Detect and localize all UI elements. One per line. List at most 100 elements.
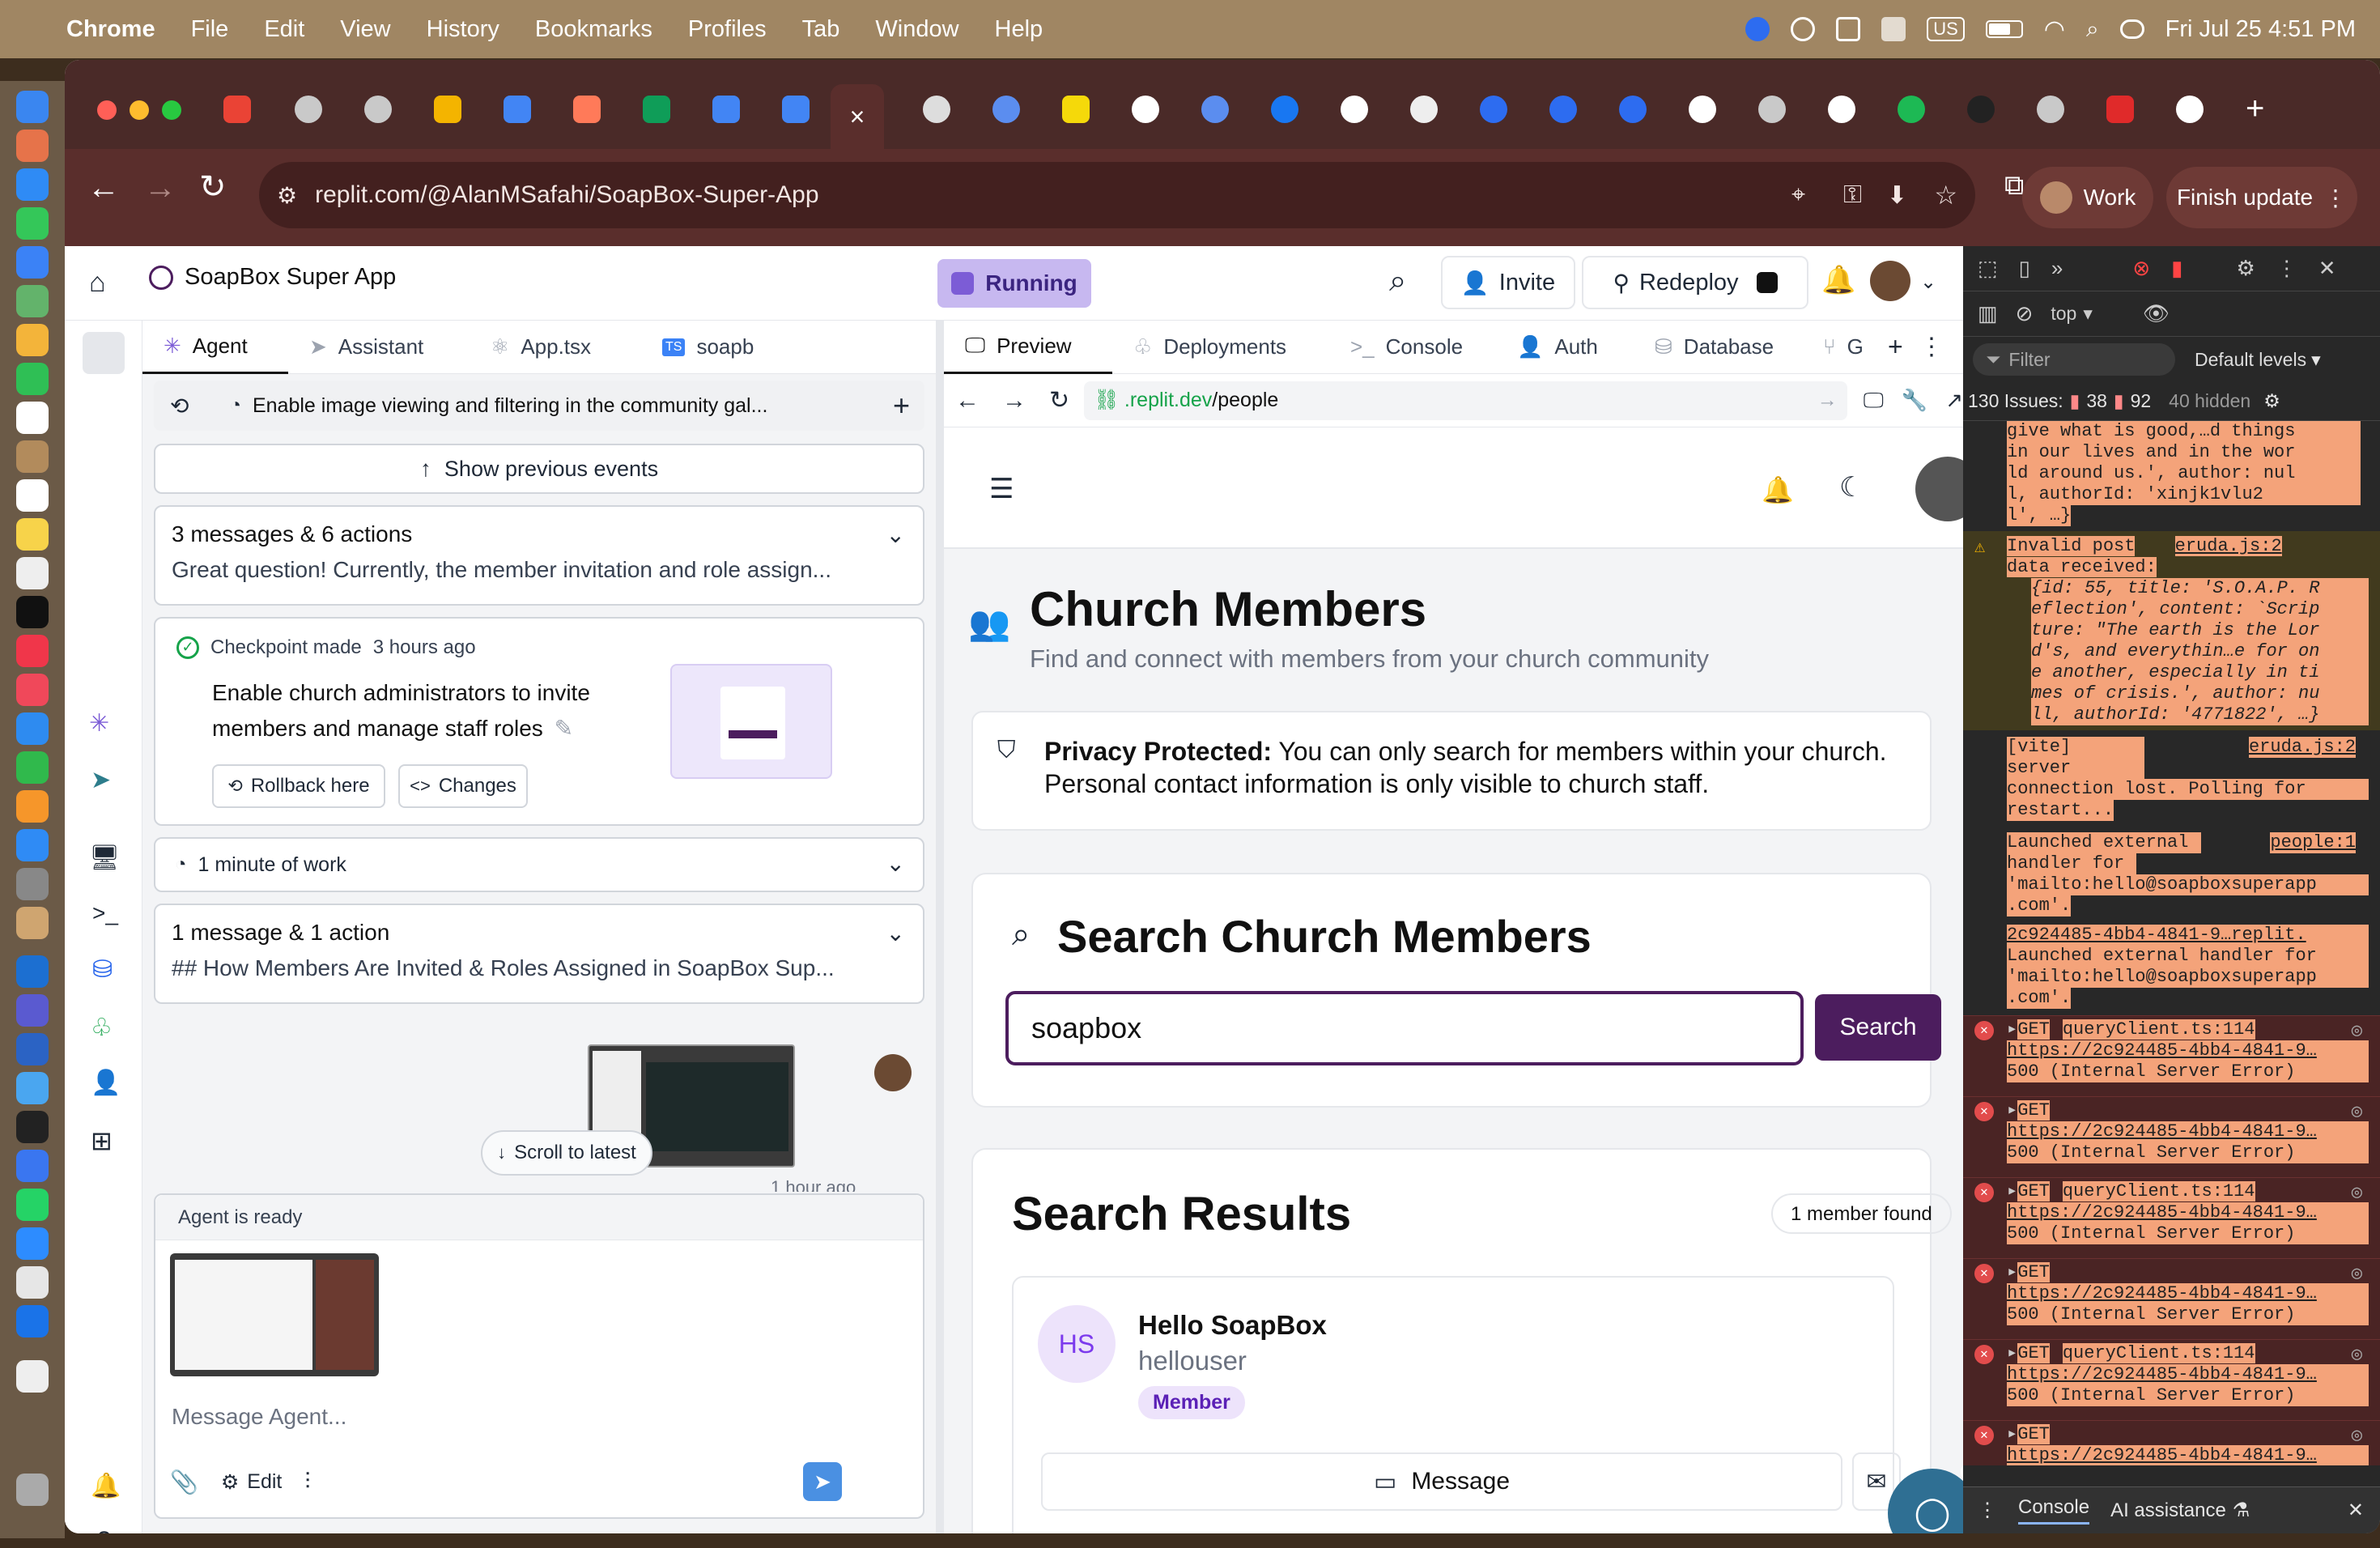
work-duration-card[interactable]: ◔ 1 minute of work ⌄ <box>154 837 924 892</box>
notifications-bell-icon[interactable]: 🔔 <box>1821 264 1855 296</box>
help-icon[interactable]: ? <box>97 1527 111 1533</box>
network-icon[interactable]: ◎ <box>2352 1264 2362 1285</box>
tab-google-icon[interactable] <box>1689 96 1716 123</box>
settings-icon[interactable] <box>16 868 49 900</box>
go-arrow-icon[interactable]: → <box>1817 389 1838 412</box>
contacts-icon[interactable] <box>16 440 49 473</box>
tab-gemini-icon[interactable] <box>1201 96 1229 123</box>
tab-soapb[interactable]: TS soapb <box>641 321 803 374</box>
photos-icon[interactable] <box>16 324 49 356</box>
error-url-link[interactable]: https://2c924485-4bb4-4841-9… <box>2007 1364 2369 1385</box>
preview-tool-icon[interactable]: 🖥 <box>89 844 120 872</box>
drawer-menu-icon[interactable]: ⋮ <box>1978 1499 1997 1522</box>
summary-card[interactable]: 3 messages & 6 actions Great question! C… <box>154 505 924 606</box>
device-toolbar-icon[interactable]: ▯ <box>2019 256 2030 281</box>
finder-alt-icon[interactable] <box>16 1072 49 1104</box>
clear-console-icon[interactable]: ⊘ <box>2016 301 2034 326</box>
outlook-icon[interactable] <box>16 955 49 988</box>
battery-icon[interactable] <box>1985 20 2023 38</box>
messages-icon[interactable] <box>16 207 49 240</box>
send-button[interactable]: ➤ <box>803 1462 842 1501</box>
devtools-more-icon[interactable]: ⋮ <box>2276 256 2297 281</box>
calendar-icon[interactable] <box>16 402 49 434</box>
search-icon[interactable]: ⌕ <box>1389 264 1406 299</box>
error-entry[interactable]: ✕ ▸GEThttps://2c924485-4bb4-4841-9…500 (I… <box>1963 1096 2380 1177</box>
signal-icon[interactable] <box>16 1150 49 1182</box>
error-count-icon[interactable]: ⊗ <box>2132 256 2150 281</box>
error-url-link[interactable]: https://2c924485-4bb4-4841-9… <box>2007 1445 2369 1465</box>
error-entry[interactable]: ✕ ▸GET queryClient.ts:114 https://2c924485-… <box>1963 1177 2380 1258</box>
music-icon[interactable] <box>16 635 49 667</box>
numbers-icon[interactable] <box>16 751 49 784</box>
tab-zoom-icon[interactable] <box>1619 96 1647 123</box>
tab-app-tsx[interactable]: ⚛ App.tsx <box>470 321 641 374</box>
tab-auth[interactable]: 👤 Auth <box>1496 321 1634 374</box>
launchpad-icon[interactable] <box>16 130 49 162</box>
error-url-link[interactable]: https://2c924485-4bb4-4841-9… <box>2007 1202 2369 1223</box>
tab-deployments[interactable]: ♧ Deployments <box>1112 321 1329 374</box>
preview-app-icon[interactable] <box>16 907 49 939</box>
auth-tool-icon[interactable]: 👤 <box>91 1069 121 1097</box>
issues-error-count[interactable]: 38 <box>2086 390 2107 412</box>
input-source-badge[interactable]: US <box>1927 17 1965 41</box>
menu-app-name[interactable]: Chrome <box>66 16 155 43</box>
more-panels-icon[interactable]: » <box>2051 256 2063 281</box>
all-tools-icon[interactable]: ⊞ <box>91 1125 113 1156</box>
warning-entry[interactable]: ⚠ Invalid post eruda.js:2 data received:… <box>1963 531 2380 730</box>
network-icon[interactable]: ◎ <box>2352 1183 2362 1204</box>
office-status-icon[interactable] <box>1836 17 1861 41</box>
tab-docs-icon[interactable] <box>782 96 810 123</box>
tab-web-icon[interactable] <box>1758 96 1786 123</box>
network-icon[interactable]: ◎ <box>2352 1426 2362 1447</box>
wifi-icon[interactable]: ◠ <box>2044 15 2065 44</box>
network-icon[interactable]: ◎ <box>2352 1102 2362 1123</box>
zoom-icon[interactable] <box>16 1227 49 1260</box>
console-settings-icon[interactable]: ⚙ <box>2263 390 2280 412</box>
assistant-tool-icon[interactable]: ➤ <box>91 766 111 794</box>
pane-divider[interactable] <box>936 321 944 1533</box>
tab-acrobat-icon[interactable] <box>2106 96 2134 123</box>
tab-google-icon[interactable] <box>1341 96 1368 123</box>
drawer-close-icon[interactable]: ✕ <box>2348 1499 2364 1522</box>
omnibox-url[interactable]: replit.com/@AlanMSafahi/SoapBox-Super-Ap… <box>315 181 818 209</box>
menu-profiles[interactable]: Profiles <box>688 16 767 43</box>
chevron-down-icon[interactable]: ⌄ <box>1920 270 1936 294</box>
menu-file[interactable]: File <box>191 16 229 43</box>
tab-docs-icon[interactable] <box>504 96 531 123</box>
more-vert-icon[interactable]: ⋮ <box>2324 185 2347 211</box>
preview-url-input[interactable]: ⛓ .replit.dev /people → <box>1084 381 1847 420</box>
error-url-link[interactable]: https://2c924485-4bb4-4841-9… <box>2007 1283 2369 1304</box>
facetime-icon[interactable] <box>16 363 49 395</box>
chevron-down-icon[interactable]: ⌄ <box>886 850 905 877</box>
home-icon[interactable]: ⌂ <box>89 267 106 299</box>
freeform-icon[interactable] <box>16 557 49 589</box>
new-tab-icon[interactable]: + <box>2246 91 2264 127</box>
tab-docs-icon[interactable] <box>712 96 740 123</box>
agent-tool-icon[interactable]: ✳ <box>89 709 109 738</box>
tab-spotify-icon[interactable] <box>1898 96 1925 123</box>
vite-source-link[interactable]: eruda.js:2 <box>2248 737 2356 758</box>
search-button[interactable]: Search <box>1815 994 1941 1061</box>
edit-mode-button[interactable]: ⚙ Edit <box>221 1470 283 1495</box>
issues-message-count[interactable]: 92 <box>2131 390 2152 412</box>
tab-zoom-icon[interactable] <box>1480 96 1507 123</box>
menu-history[interactable]: History <box>427 16 499 43</box>
inspect-element-icon[interactable]: ⬚ <box>1978 256 1998 281</box>
active-tab[interactable]: × <box>831 84 884 149</box>
history-icon[interactable]: ⟲ <box>170 393 189 419</box>
password-app-icon[interactable] <box>16 1305 49 1337</box>
files-toggle-icon[interactable] <box>83 332 125 374</box>
chrome-icon[interactable] <box>16 1266 49 1299</box>
tab-agent[interactable]: ✳ Agent <box>142 320 288 374</box>
reminders-icon[interactable] <box>16 479 49 512</box>
tab-drive-icon[interactable] <box>434 96 461 123</box>
tab-chatgpt-icon[interactable] <box>923 96 950 123</box>
scroll-to-latest-button[interactable]: ↓ Scroll to latest <box>481 1130 652 1176</box>
close-tab-icon[interactable]: × <box>850 102 865 132</box>
sidebar-toggle-icon[interactable]: ▥ <box>1978 301 1998 326</box>
edit-pencil-icon[interactable]: ✎ <box>555 716 573 741</box>
news-icon[interactable] <box>16 674 49 706</box>
run-status-button[interactable]: Running <box>937 259 1091 308</box>
tab-facebook-icon[interactable] <box>1271 96 1298 123</box>
shell-tool-icon[interactable]: >_ <box>92 900 118 926</box>
